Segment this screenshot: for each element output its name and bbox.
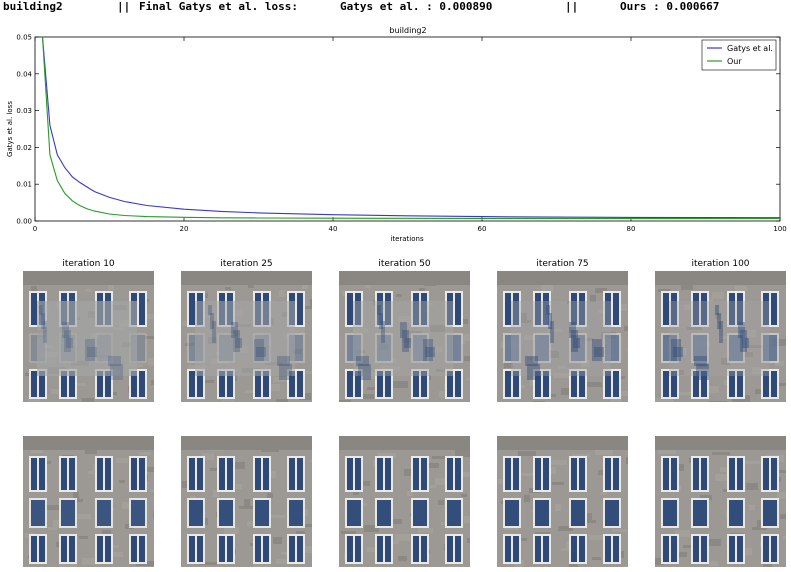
- legend-label-ours: Our: [727, 57, 742, 66]
- gatys-thumbnail: [655, 271, 786, 402]
- facade-image: [655, 271, 786, 402]
- gatys-thumbnail: [23, 271, 154, 402]
- chart-title: building2: [389, 26, 426, 35]
- facade-image: [181, 271, 312, 402]
- y-tick-label: 0.00: [16, 218, 32, 226]
- y-tick-label: 0.02: [16, 144, 32, 152]
- loss-chart: building2 0.00 0.01 0.02 0.03 0.04 0.05 0 20 40…: [6, 26, 787, 243]
- x-tick-label: 20: [180, 225, 189, 233]
- y-tick-label: 0.03: [16, 107, 32, 115]
- header-ours-value: Ours : 0.000667: [620, 0, 720, 13]
- header-separator: ||: [117, 0, 131, 13]
- facade-image: [339, 436, 470, 567]
- facade-image: [181, 436, 312, 567]
- header-image-name: building2: [3, 0, 63, 13]
- header-final-label: Final Gatys et al. loss:: [139, 0, 298, 13]
- ours-thumbnail: [497, 436, 628, 567]
- y-axis-label: Gatys et al. loss: [6, 101, 14, 157]
- x-axis-label: iterations: [390, 235, 424, 243]
- facade-image: [339, 271, 470, 402]
- y-tick-label: 0.04: [16, 70, 32, 78]
- y-tick-label: 0.01: [16, 181, 32, 189]
- legend: Gatys et al. Our: [701, 39, 777, 71]
- caption-iteration-100: iteration 100: [691, 259, 750, 269]
- ours-thumbnail: [181, 436, 312, 567]
- x-tick-label: 60: [478, 225, 487, 233]
- gatys-thumbnail: [497, 271, 628, 402]
- caption-iteration-50: iteration 50: [378, 259, 431, 269]
- header-gatys-value: Gatys et al. : 0.000890: [340, 0, 493, 13]
- header-separator-2: ||: [565, 0, 579, 13]
- header-bar: building2 || Final Gatys et al. loss: Ga…: [3, 0, 788, 14]
- x-tick-label: 80: [627, 225, 636, 233]
- ours-thumbnail: [339, 436, 470, 567]
- ours-thumbnail: [655, 436, 786, 567]
- plot-area: [34, 36, 781, 222]
- caption-iteration-10: iteration 10: [62, 259, 115, 269]
- facade-image: [655, 436, 786, 567]
- x-tick-label: 0: [33, 225, 37, 233]
- facade-image: [23, 436, 154, 567]
- facade-image: [497, 271, 628, 402]
- caption-iteration-25: iteration 25: [220, 259, 273, 269]
- caption-iteration-75: iteration 75: [536, 259, 589, 269]
- gatys-thumbnail: [339, 271, 470, 402]
- legend-label-gatys: Gatys et al.: [727, 44, 773, 53]
- x-tick-label: 40: [329, 225, 338, 233]
- x-tick-label: 100: [773, 225, 786, 233]
- ours-thumbnail: [23, 436, 154, 567]
- y-tick-label: 0.05: [16, 34, 32, 42]
- facade-image: [23, 271, 154, 402]
- gatys-thumbnail: [181, 271, 312, 402]
- facade-image: [497, 436, 628, 567]
